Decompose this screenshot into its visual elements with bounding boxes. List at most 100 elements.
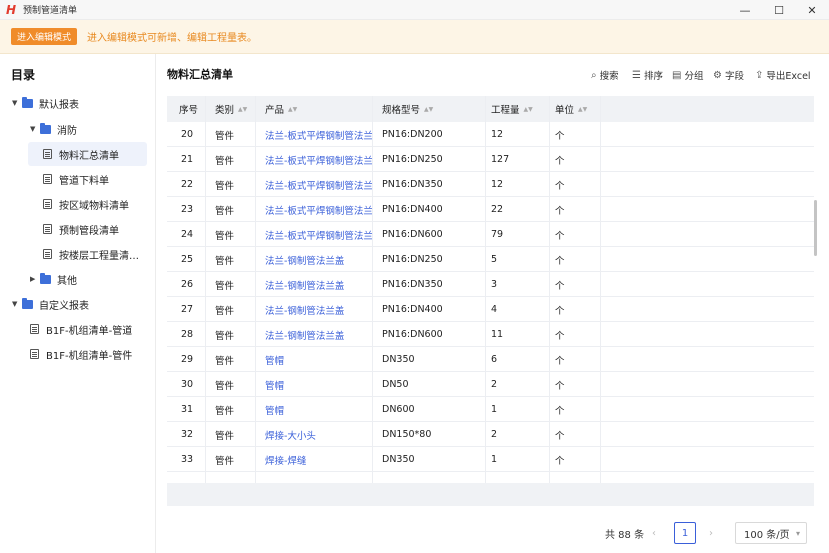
cell-quantity: 3 <box>491 279 498 290</box>
cell-unit: 个 <box>555 330 565 342</box>
column-header-quantity[interactable]: 工程量 ▲▼ <box>491 96 533 122</box>
cell-index: 25 <box>181 254 194 265</box>
table-row[interactable]: 23 管件 法兰-板式平焊钢制管法兰 PN16:DN400 22 个 <box>167 197 814 222</box>
cell-product[interactable]: 法兰-钢制管法兰盖 <box>265 297 344 322</box>
tree-item-b1f-pipe[interactable]: B1F-机组清单-管道 <box>30 317 154 341</box>
document-icon <box>43 224 52 234</box>
column-header-product[interactable]: 产品 ▲▼ <box>265 96 297 122</box>
sidebar: 目录 ▼ 默认报表 ▼ 消防 物料汇总清单 管道下料单 按区域物料清单 预制管段… <box>0 54 156 553</box>
cell-product[interactable]: 管帽 <box>265 397 284 422</box>
cell-category: 管件 <box>215 155 235 167</box>
column-header-index[interactable]: 序号 <box>179 96 198 122</box>
page-title: 物料汇总清单 <box>167 68 233 81</box>
cell-spec: DN150*80 <box>382 429 432 440</box>
cell-quantity: 11 <box>491 329 504 340</box>
column-header-category[interactable]: 类别 ▲▼ <box>215 96 247 122</box>
minimize-button[interactable]: — <box>728 0 762 20</box>
table-row[interactable]: 33 管件 焊接-焊缝 DN350 1 个 <box>167 447 814 472</box>
cell-product[interactable]: 焊接-大小头 <box>265 422 316 447</box>
table-row[interactable]: 24 管件 法兰-板式平焊钢制管法兰 PN16:DN600 79 个 <box>167 222 814 247</box>
cell-category: 管件 <box>215 330 235 342</box>
chevron-down-icon[interactable]: ▼ <box>12 300 22 308</box>
tree-folder-custom-reports[interactable]: ▼ 自定义报表 <box>12 292 152 316</box>
prev-page-button[interactable]: ‹ <box>652 522 656 544</box>
tree-folder-other[interactable]: ▶ 其他 <box>30 267 150 291</box>
tree-item-floor-quantity[interactable]: 按楼层工程量清… <box>43 242 153 266</box>
cell-quantity: 2 <box>491 379 498 390</box>
tree-label: B1F-机组清单-管件 <box>46 350 133 362</box>
cell-spec: PN16:DN350 <box>382 279 443 290</box>
table-row[interactable]: 30 管件 管帽 DN50 2 个 <box>167 372 814 397</box>
current-page[interactable]: 1 <box>674 522 696 544</box>
cell-product[interactable]: 法兰-板式平焊钢制管法兰 <box>265 172 373 197</box>
cell-product[interactable]: 法兰-板式平焊钢制管法兰 <box>265 222 373 247</box>
cell-product[interactable]: 法兰-钢制管法兰盖 <box>265 247 344 272</box>
tree-item-area-material[interactable]: 按区域物料清单 <box>43 192 153 216</box>
document-icon <box>43 249 52 259</box>
table-row[interactable]: 22 管件 法兰-板式平焊钢制管法兰 PN16:DN350 12 个 <box>167 172 814 197</box>
cell-product[interactable]: 法兰-板式平焊钢制管法兰 <box>265 122 373 147</box>
chevron-right-icon[interactable]: ▶ <box>30 275 40 283</box>
cell-product[interactable]: 法兰-钢制管法兰盖 <box>265 322 344 347</box>
sort-icon[interactable]: ▲▼ <box>288 106 297 113</box>
next-page-button[interactable]: › <box>709 522 713 544</box>
tree-label: 物料汇总清单 <box>59 150 119 162</box>
column-header-unit[interactable]: 单位 ▲▼ <box>555 96 587 122</box>
sort-icon: ☰ <box>632 69 641 81</box>
table-row[interactable]: 26 管件 法兰-钢制管法兰盖 PN16:DN350 3 个 <box>167 272 814 297</box>
cell-quantity: 2 <box>491 429 498 440</box>
page-size-select[interactable]: 100 条/页 ▾ <box>735 522 807 544</box>
cell-product[interactable]: 管帽 <box>265 347 284 372</box>
cell-product[interactable]: 法兰-板式平焊钢制管法兰 <box>265 197 373 222</box>
sidebar-title: 目录 <box>11 68 36 82</box>
cell-category: 管件 <box>215 430 235 442</box>
cell-category: 管件 <box>215 355 235 367</box>
gear-icon: ⚙ <box>713 69 722 81</box>
tree-item-prefab-segment[interactable]: 预制管段清单 <box>43 217 153 241</box>
cell-product[interactable]: 焊接-焊缝 <box>265 447 306 472</box>
table-row[interactable]: 27 管件 法兰-钢制管法兰盖 PN16:DN400 4 个 <box>167 297 814 322</box>
close-button[interactable]: ✕ <box>795 0 829 20</box>
maximize-button[interactable]: ☐ <box>762 0 796 20</box>
sort-icon[interactable]: ▲▼ <box>578 106 587 113</box>
cell-spec: DN350 <box>382 354 415 365</box>
table-row[interactable]: 21 管件 法兰-板式平焊钢制管法兰 PN16:DN250 127 个 <box>167 147 814 172</box>
group-icon: ▤ <box>672 69 682 81</box>
page-number[interactable]: 1 <box>674 522 696 544</box>
material-table: 序号 类别 ▲▼ 产品 ▲▼ 规格型号 ▲▼ 工程量 ▲▼ 单位 ▲▼ 20 管件 法兰-板式… <box>167 96 814 506</box>
table-row[interactable]: 25 管件 法兰-钢制管法兰盖 PN16:DN250 5 个 <box>167 247 814 272</box>
folder-icon <box>40 272 51 284</box>
search-button[interactable]: ⌕ 搜索 <box>591 68 619 83</box>
cell-product[interactable]: 管帽 <box>265 372 284 397</box>
table-row[interactable]: 32 管件 焊接-大小头 DN150*80 2 个 <box>167 422 814 447</box>
sort-button[interactable]: ☰ 排序 <box>632 68 663 83</box>
tree-folder-fire[interactable]: ▼ 消防 <box>30 117 150 141</box>
cell-quantity: 127 <box>491 154 510 165</box>
enter-edit-mode-button[interactable]: 进入编辑模式 <box>11 28 78 45</box>
table-row[interactable]: 31 管件 管帽 DN600 1 个 <box>167 397 814 422</box>
sort-icon[interactable]: ▲▼ <box>424 106 433 113</box>
tree-item-b1f-fitting[interactable]: B1F-机组清单-管件 <box>30 342 154 366</box>
chevron-down-icon[interactable]: ▼ <box>12 99 22 107</box>
tree-item-pipe-cutting[interactable]: 管道下料单 <box>43 167 153 191</box>
export-excel-button[interactable]: ⇪ 导出Excel <box>755 68 811 83</box>
page-size-value: 100 条/页 <box>744 529 790 541</box>
table-footer <box>167 483 814 506</box>
cell-product[interactable]: 法兰-板式平焊钢制管法兰 <box>265 147 373 172</box>
cell-category: 管件 <box>215 405 235 417</box>
cell-product[interactable]: 法兰-钢制管法兰盖 <box>265 272 344 297</box>
scrollbar-thumb[interactable] <box>814 200 817 256</box>
sort-icon[interactable]: ▲▼ <box>524 106 533 113</box>
table-row[interactable]: 28 管件 法兰-钢制管法兰盖 PN16:DN600 11 个 <box>167 322 814 347</box>
chevron-down-icon[interactable]: ▼ <box>30 125 40 133</box>
table-row[interactable]: 29 管件 管帽 DN350 6 个 <box>167 347 814 372</box>
column-header-spec[interactable]: 规格型号 ▲▼ <box>382 96 433 122</box>
table-row[interactable]: 20 管件 法兰-板式平焊钢制管法兰 PN16:DN200 12 个 <box>167 122 814 147</box>
cell-index: 26 <box>181 279 194 290</box>
group-button[interactable]: ▤ 分组 <box>672 68 703 83</box>
tree-item-material-summary[interactable]: 物料汇总清单 <box>28 142 147 166</box>
sort-icon[interactable]: ▲▼ <box>238 106 247 113</box>
document-icon <box>30 349 39 359</box>
fields-button[interactable]: ⚙ 字段 <box>713 68 744 83</box>
tree-folder-default-reports[interactable]: ▼ 默认报表 <box>12 91 152 115</box>
